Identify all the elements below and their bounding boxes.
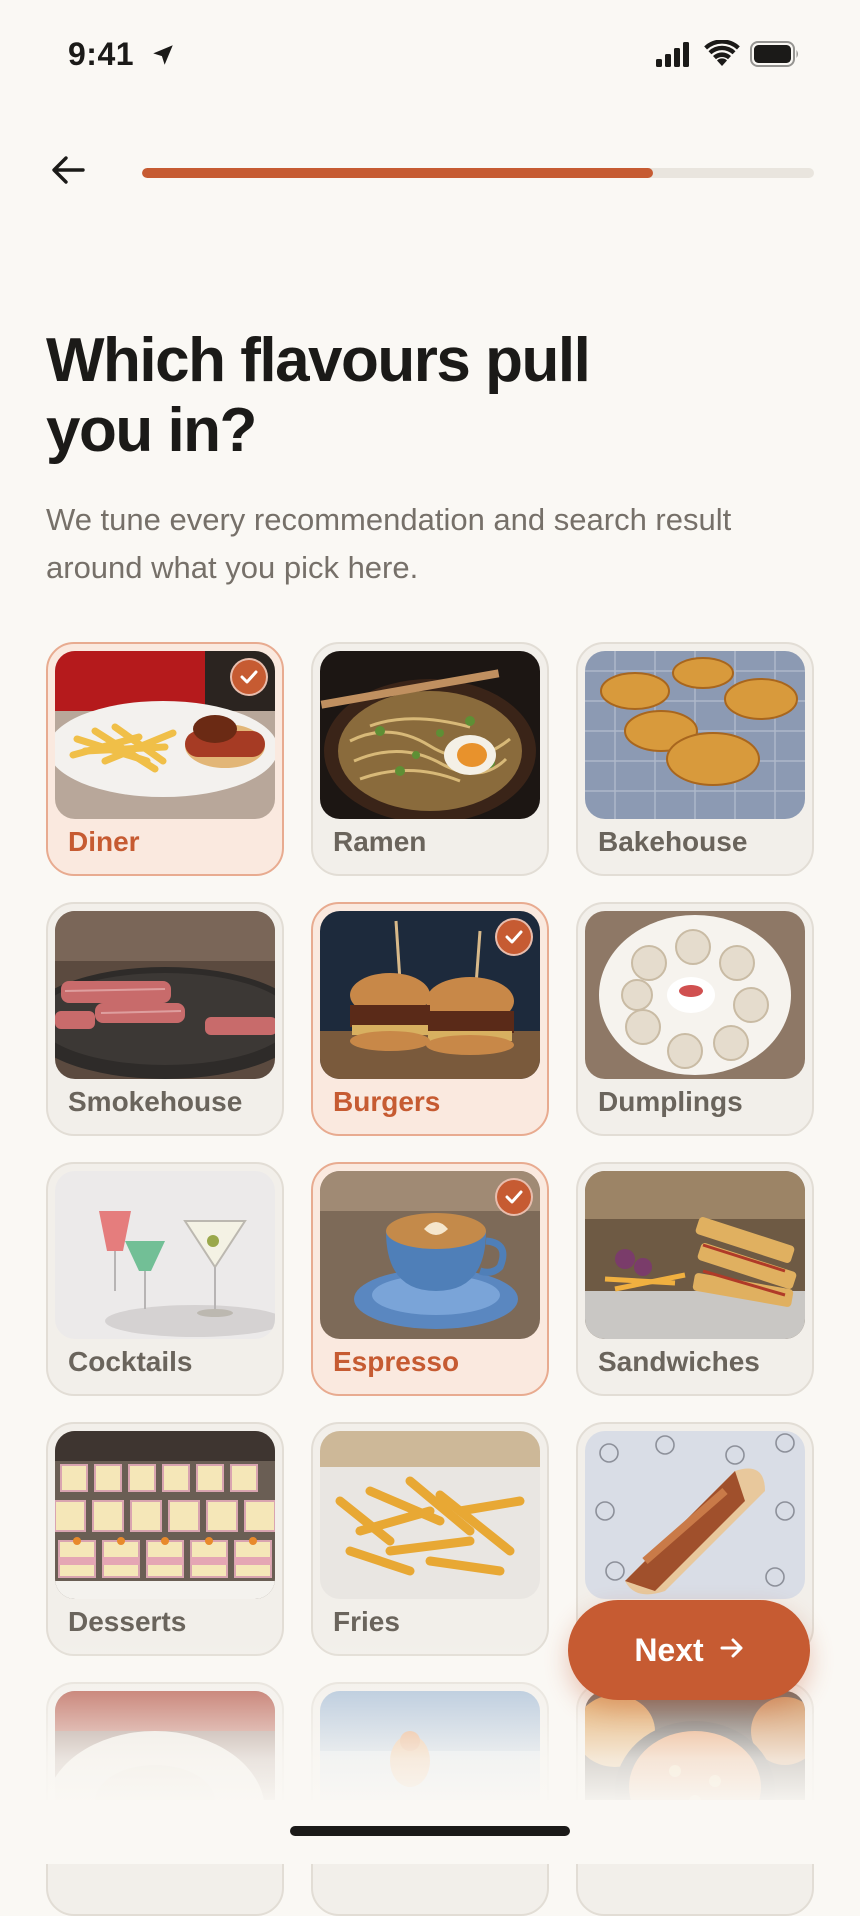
flavour-card-row5-3[interactable] bbox=[576, 1682, 814, 1916]
page-title: Which flavours pull you in? bbox=[46, 326, 591, 465]
status-bar: 9:41 bbox=[0, 0, 860, 110]
next-button[interactable]: Next bbox=[568, 1600, 810, 1700]
flavour-card-cocktails[interactable]: Cocktails bbox=[46, 1162, 284, 1396]
flavour-card-espresso[interactable]: Espresso bbox=[311, 1162, 549, 1396]
ramen-photo bbox=[320, 651, 540, 819]
flavour-label: Espresso bbox=[333, 1346, 460, 1377]
bakehouse-photo bbox=[585, 651, 805, 819]
flavour-card-ramen[interactable]: Ramen bbox=[311, 642, 549, 876]
back-button[interactable] bbox=[44, 150, 92, 194]
flavour-card-fries[interactable]: Fries bbox=[311, 1422, 549, 1656]
checkmark-icon bbox=[495, 1178, 533, 1216]
cellular-signal-icon bbox=[655, 42, 693, 68]
flavour-card-smokehouse[interactable]: Smokehouse bbox=[46, 902, 284, 1136]
flavour-card-row5-2[interactable] bbox=[311, 1682, 549, 1916]
flavour-card-burgers[interactable]: Burgers bbox=[311, 902, 549, 1136]
checkmark-icon bbox=[495, 918, 533, 956]
next-button-label: Next bbox=[634, 1631, 704, 1668]
fries-photo bbox=[320, 1431, 540, 1599]
progress-fill bbox=[142, 168, 653, 178]
flavour-card-row5-1[interactable] bbox=[46, 1682, 284, 1916]
flavour-label: Dumplings bbox=[598, 1086, 743, 1117]
flavour-label: Sandwiches bbox=[598, 1346, 760, 1377]
wrap-photo bbox=[585, 1431, 805, 1599]
desserts-photo bbox=[55, 1431, 275, 1599]
flavour-label: Cocktails bbox=[68, 1346, 193, 1377]
smokehouse-photo bbox=[55, 911, 275, 1079]
flavour-label: Diner bbox=[68, 826, 140, 857]
flavour-label: Bakehouse bbox=[598, 826, 748, 857]
arrow-left-icon bbox=[51, 155, 85, 190]
flavour-label: Fries bbox=[333, 1606, 400, 1637]
flavour-card-dumplings[interactable]: Dumplings bbox=[576, 902, 814, 1136]
flavour-card-desserts[interactable]: Desserts bbox=[46, 1422, 284, 1656]
location-arrow-icon bbox=[150, 42, 176, 68]
flavour-label: Ramen bbox=[333, 826, 427, 857]
battery-icon bbox=[750, 40, 800, 68]
wifi-icon bbox=[704, 39, 740, 68]
dumplings-photo bbox=[585, 911, 805, 1079]
checkmark-icon bbox=[230, 658, 268, 696]
page-subtitle: We tune every recommendation and search … bbox=[46, 502, 732, 585]
sandwiches-photo bbox=[585, 1171, 805, 1339]
flavour-grid: Diner Ramen Bakehouse Smokehouse Burgers… bbox=[46, 642, 816, 1916]
flavour-label: Smokehouse bbox=[68, 1086, 243, 1117]
flavour-card-sandwiches[interactable]: Sandwiches bbox=[576, 1162, 814, 1396]
cocktails-photo bbox=[55, 1171, 275, 1339]
arrow-right-icon bbox=[720, 1637, 744, 1664]
flavour-card-diner[interactable]: Diner bbox=[46, 642, 284, 876]
home-indicator bbox=[290, 1826, 570, 1836]
status-time: 9:41 bbox=[68, 36, 135, 72]
flavour-label: Burgers bbox=[333, 1086, 441, 1117]
flavour-label: Desserts bbox=[68, 1606, 187, 1637]
onboarding-progress-bar bbox=[142, 168, 814, 178]
flavour-card-bakehouse[interactable]: Bakehouse bbox=[576, 642, 814, 876]
